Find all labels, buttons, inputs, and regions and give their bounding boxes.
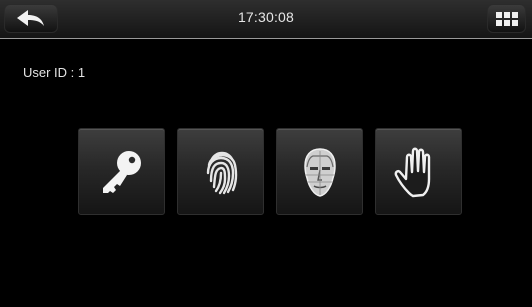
user-id-label: User ID : 1 xyxy=(23,65,86,80)
face-icon xyxy=(304,148,336,197)
top-bar: 17:30:08 xyxy=(0,0,532,39)
menu-button[interactable] xyxy=(487,4,526,33)
verification-screen: 17:30:08 User ID : 1 xyxy=(0,0,532,307)
face-verify-button[interactable] xyxy=(276,128,363,215)
fingerprint-icon xyxy=(206,151,238,195)
key-icon xyxy=(103,151,141,193)
password-verify-button[interactable] xyxy=(78,128,165,215)
grid-menu-icon xyxy=(496,12,518,26)
clock: 17:30:08 xyxy=(237,9,295,25)
palm-icon xyxy=(394,147,431,198)
fingerprint-verify-button[interactable] xyxy=(177,128,264,215)
palm-verify-button[interactable] xyxy=(375,128,462,215)
